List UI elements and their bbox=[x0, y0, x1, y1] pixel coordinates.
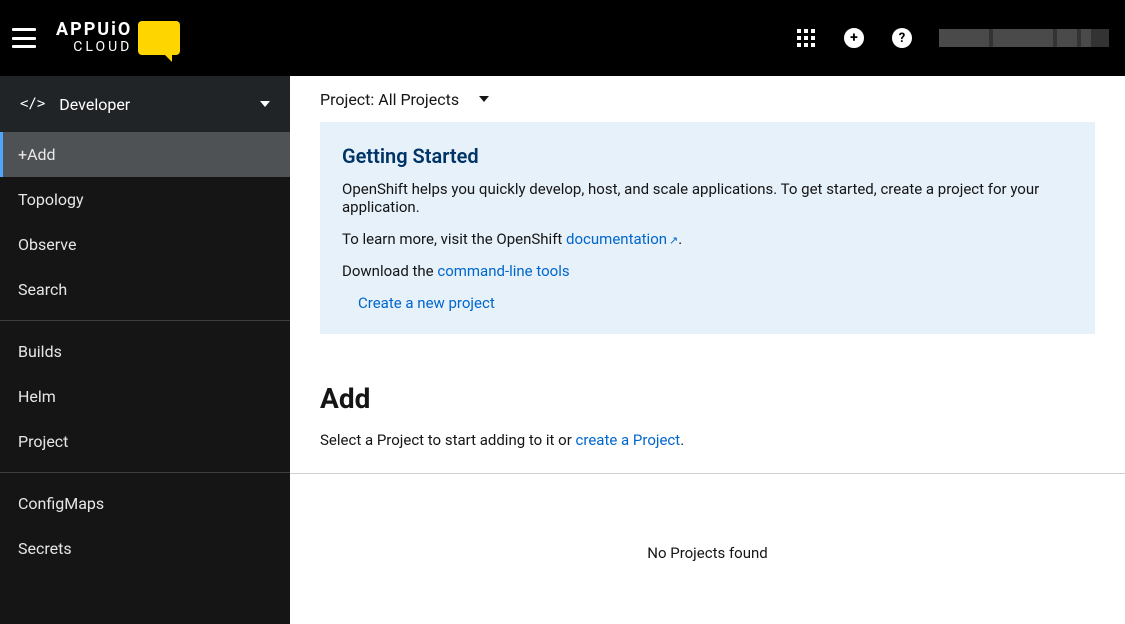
sidebar-item-observe[interactable]: Observe bbox=[0, 222, 290, 267]
getting-started-card: Getting Started OpenShift helps you quic… bbox=[320, 122, 1095, 334]
header-left: APPUiO CLOUD bbox=[12, 20, 180, 55]
sidebar-item-add[interactable]: +Add bbox=[0, 132, 290, 177]
getting-started-learn: To learn more, visit the OpenShift docum… bbox=[342, 230, 1073, 248]
perspective-switcher[interactable]: </> Developer bbox=[0, 76, 290, 132]
cli-tools-link[interactable]: command-line tools bbox=[437, 262, 569, 280]
sidebar-item-search[interactable]: Search bbox=[0, 267, 290, 312]
empty-state: No Projects found bbox=[320, 544, 1095, 562]
getting-started-title: Getting Started bbox=[342, 144, 1073, 168]
logo-bubble-icon bbox=[138, 21, 180, 55]
chevron-down-icon bbox=[479, 96, 489, 102]
divider bbox=[290, 473, 1125, 474]
main-content: Project: All Projects Getting Started Op… bbox=[290, 76, 1125, 624]
code-icon: </> bbox=[20, 96, 45, 112]
sidebar-item-topology[interactable]: Topology bbox=[0, 177, 290, 222]
sidebar-item-project[interactable]: Project bbox=[0, 419, 290, 464]
sidebar-item-configmaps[interactable]: ConfigMaps bbox=[0, 481, 290, 526]
user-menu[interactable] bbox=[939, 29, 1109, 47]
getting-started-intro: OpenShift helps you quickly develop, hos… bbox=[342, 180, 1073, 216]
logo-text-bottom: CLOUD bbox=[56, 40, 132, 55]
project-selector[interactable]: Project: All Projects bbox=[290, 76, 1125, 122]
sidebar-item-secrets[interactable]: Secrets bbox=[0, 526, 290, 571]
sidebar-item-helm[interactable]: Helm bbox=[0, 374, 290, 419]
hamburger-icon[interactable] bbox=[12, 28, 36, 48]
add-section-subtitle: Select a Project to start adding to it o… bbox=[320, 431, 1095, 449]
logo-text-top: APPUiO bbox=[56, 20, 132, 40]
top-header: APPUiO CLOUD + ? bbox=[0, 0, 1125, 76]
app-launcher-icon[interactable] bbox=[795, 27, 817, 49]
header-right: + ? bbox=[795, 27, 1109, 49]
help-icon[interactable]: ? bbox=[891, 27, 913, 49]
documentation-link[interactable]: documentation↗ bbox=[566, 230, 678, 248]
sidebar-item-builds[interactable]: Builds bbox=[0, 329, 290, 374]
sidebar: </> Developer +AddTopologyObserveSearch B… bbox=[0, 76, 290, 624]
external-link-icon: ↗ bbox=[669, 234, 678, 247]
add-section-title: Add bbox=[320, 382, 1095, 415]
perspective-label: Developer bbox=[59, 95, 130, 114]
chevron-down-icon bbox=[260, 101, 270, 107]
project-label: Project: All Projects bbox=[320, 90, 459, 109]
logo[interactable]: APPUiO CLOUD bbox=[56, 20, 180, 55]
getting-started-download: Download the command-line tools bbox=[342, 262, 1073, 280]
create-project-link[interactable]: Create a new project bbox=[342, 294, 1073, 312]
create-project-inline-link[interactable]: create a Project bbox=[576, 431, 681, 449]
add-icon[interactable]: + bbox=[843, 27, 865, 49]
